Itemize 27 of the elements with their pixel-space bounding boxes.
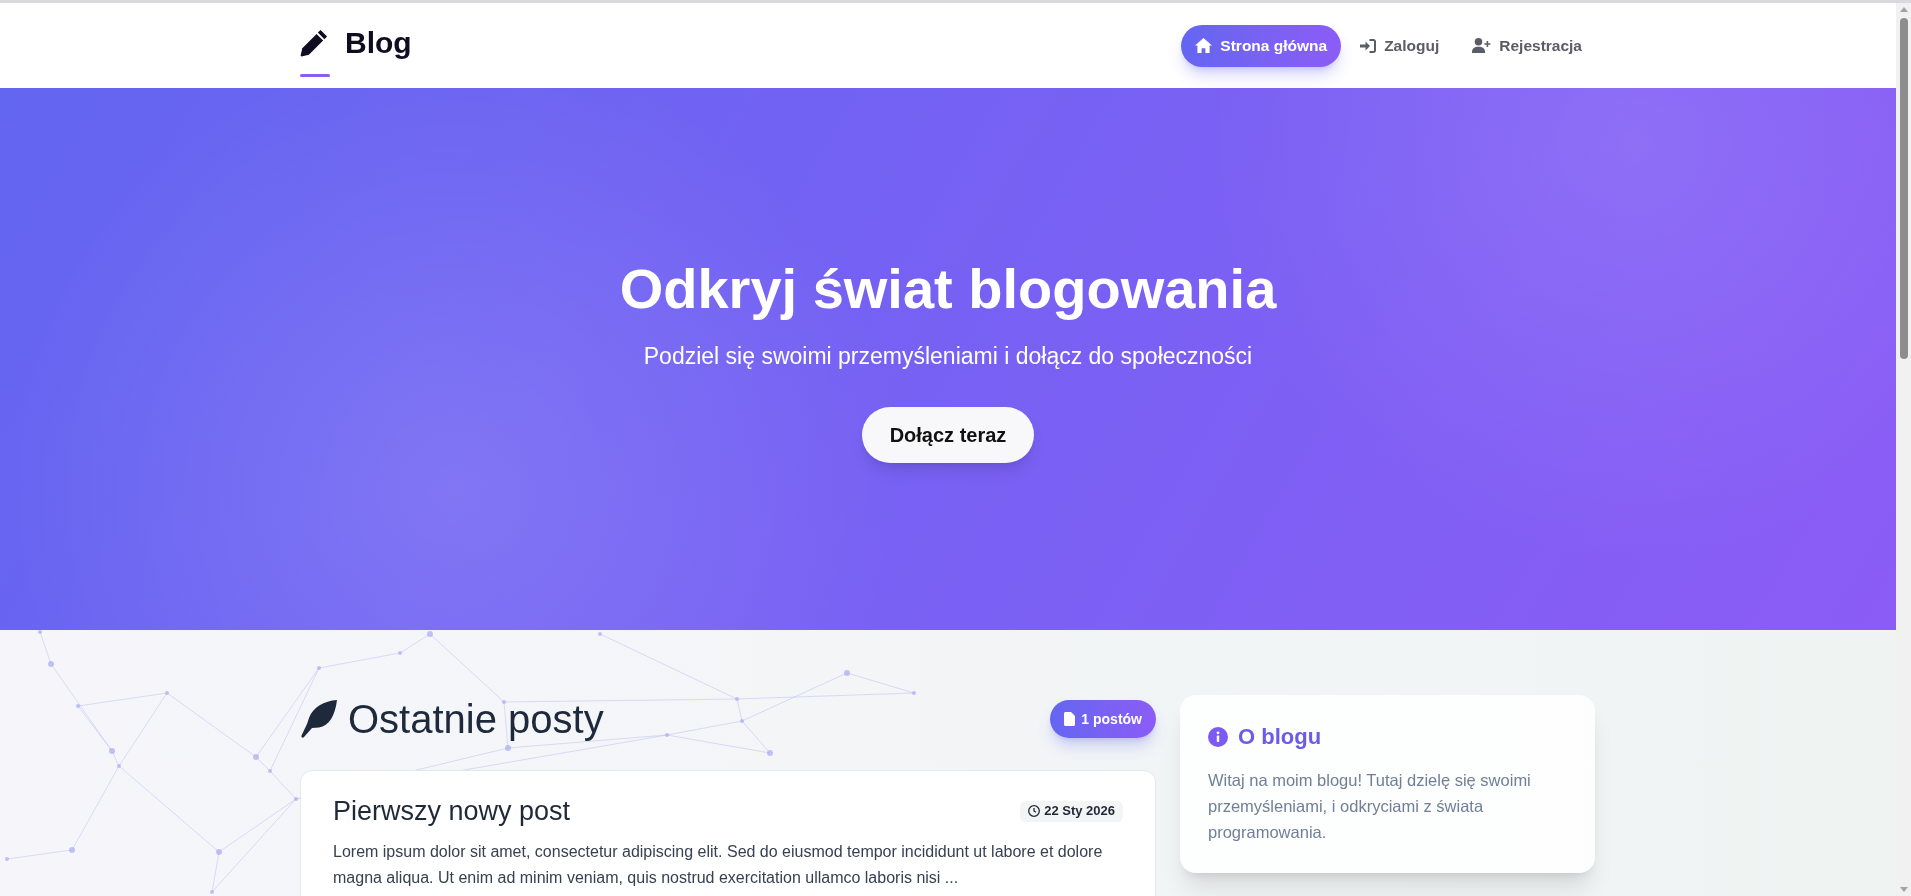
clock-icon xyxy=(1028,805,1041,817)
scroll-up-icon[interactable] xyxy=(1899,7,1908,12)
section-heading: Ostatnie posty xyxy=(348,696,604,743)
post-title[interactable]: Pierwszy nowy post xyxy=(333,795,571,827)
post-date: 22 Sty 2026 xyxy=(1044,802,1115,821)
sign-in-icon xyxy=(1360,38,1377,53)
hero-subtitle: Podziel się swoimi przemyśleniami i dołącz do społeczności xyxy=(643,342,1253,370)
scrollbar-thumb[interactable] xyxy=(1899,18,1908,359)
join-button[interactable]: Dołącz teraz xyxy=(861,407,1035,463)
scroll-down-icon[interactable] xyxy=(1899,887,1908,892)
nav-link[interactable]: Rejestracja xyxy=(1458,24,1596,67)
pencil-icon xyxy=(300,29,328,57)
nav-link[interactable]: Strona główna xyxy=(1181,24,1342,67)
scrollbar[interactable] xyxy=(1896,3,1911,896)
home-icon xyxy=(1195,38,1213,53)
logo-underline xyxy=(300,74,330,77)
about-title: O blogu xyxy=(1238,723,1322,751)
site-logo[interactable]: Blog xyxy=(345,25,412,61)
user-plus-icon xyxy=(1472,38,1492,53)
post-excerpt: Lorem ipsum dolor sit amet, consectetur adipiscing elit. Sed do eiusmod tempor incididunt ut labore et dolore magna aliqua. Ut enim ad minim veniam, quis nostrud exercitation ullamco laboris nisi ... xyxy=(333,842,1104,888)
feather-icon xyxy=(300,699,338,739)
nav-link[interactable]: Zaloguj xyxy=(1346,24,1454,67)
about-text: Witaj na moim blogu! Tutaj dzielę się swoimi przemyśleniami, i odkryciami z świata programowania. xyxy=(1208,770,1532,843)
hero-title: Odkryj świat blogowania xyxy=(619,256,1277,322)
post-count: 1 postów xyxy=(1081,709,1142,729)
document-icon xyxy=(1064,712,1076,726)
info-icon xyxy=(1208,727,1228,747)
